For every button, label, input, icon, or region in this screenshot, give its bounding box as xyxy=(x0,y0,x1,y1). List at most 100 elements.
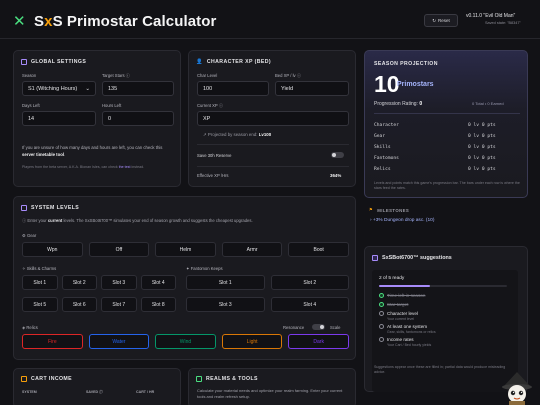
resonance-label: Resonance xyxy=(283,325,305,330)
gear-slot-helm[interactable]: Helm xyxy=(155,242,216,257)
target-stars-input[interactable]: 135 xyxy=(102,81,174,96)
projection-row-gear: Gear 0 lv 0 pts xyxy=(374,134,520,139)
relic-row: Fire Water Wind Light Dark xyxy=(22,334,349,349)
cart-icon xyxy=(21,376,27,382)
version-label: v0.11.0 "Evil Old Man" xyxy=(466,13,516,19)
suggestion-text: Time left in season xyxy=(387,293,426,298)
projection-row-name: Skills xyxy=(374,145,391,150)
fantomon-slot-2[interactable]: Slot 2 xyxy=(270,275,349,290)
fantomon-slot-1[interactable]: Slot 1 xyxy=(186,275,265,290)
projection-row-name: Gear xyxy=(374,134,386,139)
save-reserve-label: Save 30h Reserve xyxy=(197,153,232,158)
skill-slot-7[interactable]: Slot 7 xyxy=(101,297,137,312)
check-icon xyxy=(379,293,384,299)
settings-icon xyxy=(21,59,27,65)
divider xyxy=(197,166,349,167)
gear-slot-wpn[interactable]: Wpn xyxy=(22,242,83,257)
bed-xp-label: Bed XP / lv ⓘ xyxy=(275,73,302,78)
projection-row-name: Fantomons xyxy=(374,156,399,161)
flag-icon: ⚑ xyxy=(369,207,374,212)
suggestions-panel: 2 of 5 ready Time left in season Star tar… xyxy=(372,270,518,392)
relic-slot-water[interactable]: Water xyxy=(88,334,150,349)
ready-count: 2 of 5 ready xyxy=(379,276,405,281)
save-reserve-toggle[interactable] xyxy=(331,152,344,158)
cart-income-card: CART INCOME SYSTEM SAVED ⓘ CART / HR xyxy=(13,368,181,405)
header-divider xyxy=(0,38,540,39)
bot-icon xyxy=(372,255,378,261)
check-icon xyxy=(379,302,384,308)
days-left-input[interactable]: 14 xyxy=(22,111,96,126)
divider xyxy=(197,144,349,145)
col-system: SYSTEM xyxy=(22,390,37,394)
projection-footnote: Levels and points match this game's prog… xyxy=(374,181,520,190)
gear-label: ⚙ Gear xyxy=(22,233,37,238)
trend-icon: ↗ xyxy=(203,132,207,137)
app-title: SxS Primostar Calculator xyxy=(34,13,217,30)
beta-note: Players from the beta server, A.K.A. Bio… xyxy=(22,165,145,169)
relics-label: ◈ Relics xyxy=(22,325,38,330)
skill-slot-3[interactable]: Slot 3 xyxy=(101,275,137,290)
milestones-title: ⚑ MILESTONES xyxy=(369,207,410,213)
projection-row-value: 0 lv 0 pts xyxy=(468,156,496,161)
current-xp-input[interactable]: XP xyxy=(197,111,349,126)
projected-level: ↗ Projected by season end: Lv100 xyxy=(203,132,272,137)
earned-summary: 0 Total • 0 Earned xyxy=(472,101,504,106)
cart-income-title: CART INCOME xyxy=(21,376,72,382)
season-select[interactable]: S1 (Witching Hours) ⌄ xyxy=(22,81,96,96)
tools-icon xyxy=(196,376,202,382)
skill-slot-4[interactable]: Slot 4 xyxy=(140,275,176,290)
projection-row-name: Relics xyxy=(374,167,391,172)
current-xp-label: Current XP ⓘ xyxy=(197,103,224,108)
suggestion-item: Star target xyxy=(379,302,511,308)
fantomon-slot-3[interactable]: Slot 3 xyxy=(186,297,265,312)
projection-row-skills: Skills 0 lv 0 pts xyxy=(374,145,520,150)
skill-slot-5[interactable]: Slot 5 xyxy=(22,297,58,312)
relic-slot-light[interactable]: Light xyxy=(221,334,283,349)
relic-slot-fire[interactable]: Fire xyxy=(22,334,83,349)
chevron-right-icon: › xyxy=(370,218,372,223)
suggestion-item: At least one system Gear, skills, fantomo… xyxy=(379,324,511,334)
skill-slot-2[interactable]: Slot 2 xyxy=(61,275,97,290)
suggestions-footnote: Suggestions appear once these are filled… xyxy=(374,365,506,374)
relic-slot-wind[interactable]: Wind xyxy=(155,334,216,349)
reset-button[interactable]: ↻ Reset xyxy=(424,14,458,27)
system-levels-card: SYSTEM LEVELS ⓘ Enter your current level… xyxy=(13,196,356,360)
suggestions-card: SxSBot6700™ suggestions 2 of 5 ready Tim… xyxy=(364,246,528,392)
gear-slot-boot[interactable]: Boot xyxy=(288,242,349,257)
sparkle-icon: ✧ xyxy=(22,266,26,271)
relic-mode-toggle[interactable] xyxy=(312,324,325,330)
divider xyxy=(374,113,520,114)
suggestion-item: Time left in season xyxy=(379,293,511,299)
ready-progress-track xyxy=(379,285,507,287)
timetable-link[interactable]: server timetable tool xyxy=(22,152,64,157)
suggestion-subtext: Your current level xyxy=(387,317,415,321)
bed-xp-input[interactable]: Yield xyxy=(275,81,349,96)
realms-tools-title: REALMS & TOOLS xyxy=(196,376,258,382)
hours-left-input[interactable]: 0 xyxy=(102,111,174,126)
projection-row-value: 0 lv 0 pts xyxy=(468,167,496,172)
projection-row-value: 0 lv 0 pts xyxy=(468,145,496,150)
skill-slot-8[interactable]: Slot 8 xyxy=(140,297,176,312)
ready-progress-fill xyxy=(379,285,431,287)
timetable-note: If you are unsure of how many days and h… xyxy=(22,145,163,157)
season-projection-card: SEASON PROJECTION 10 Primostars Progress… xyxy=(364,50,528,198)
skill-slot-6[interactable]: Slot 6 xyxy=(61,297,97,312)
gem-icon: ◈ xyxy=(22,325,26,330)
fantomon-grid: Slot 1 Slot 2 Slot 3 Slot 4 xyxy=(186,275,349,313)
fantomon-slot-4[interactable]: Slot 4 xyxy=(270,297,349,312)
effective-xp-label: Effective XP /Hrs xyxy=(197,173,229,178)
gear-slot-armr[interactable]: Armr xyxy=(221,242,283,257)
circle-icon xyxy=(379,324,384,330)
person-icon: 👤 xyxy=(196,59,203,65)
projection-row-name: Character xyxy=(374,123,399,128)
circle-icon xyxy=(379,311,384,317)
effective-xp-value: 364% xyxy=(330,173,342,178)
character-xp-title: 👤 CHARACTER XP (BED) xyxy=(196,59,272,65)
paw-icon: ✦ xyxy=(186,266,190,271)
system-intro: ⓘ Enter your current levels. The SxSBot6… xyxy=(22,218,253,223)
char-level-input[interactable]: 100 xyxy=(197,81,269,96)
gear-slot-off[interactable]: Off xyxy=(88,242,150,257)
hours-left-label: Hours Left xyxy=(102,103,122,108)
relic-slot-dark[interactable]: Dark xyxy=(288,334,349,349)
skill-slot-1[interactable]: Slot 1 xyxy=(22,275,58,290)
